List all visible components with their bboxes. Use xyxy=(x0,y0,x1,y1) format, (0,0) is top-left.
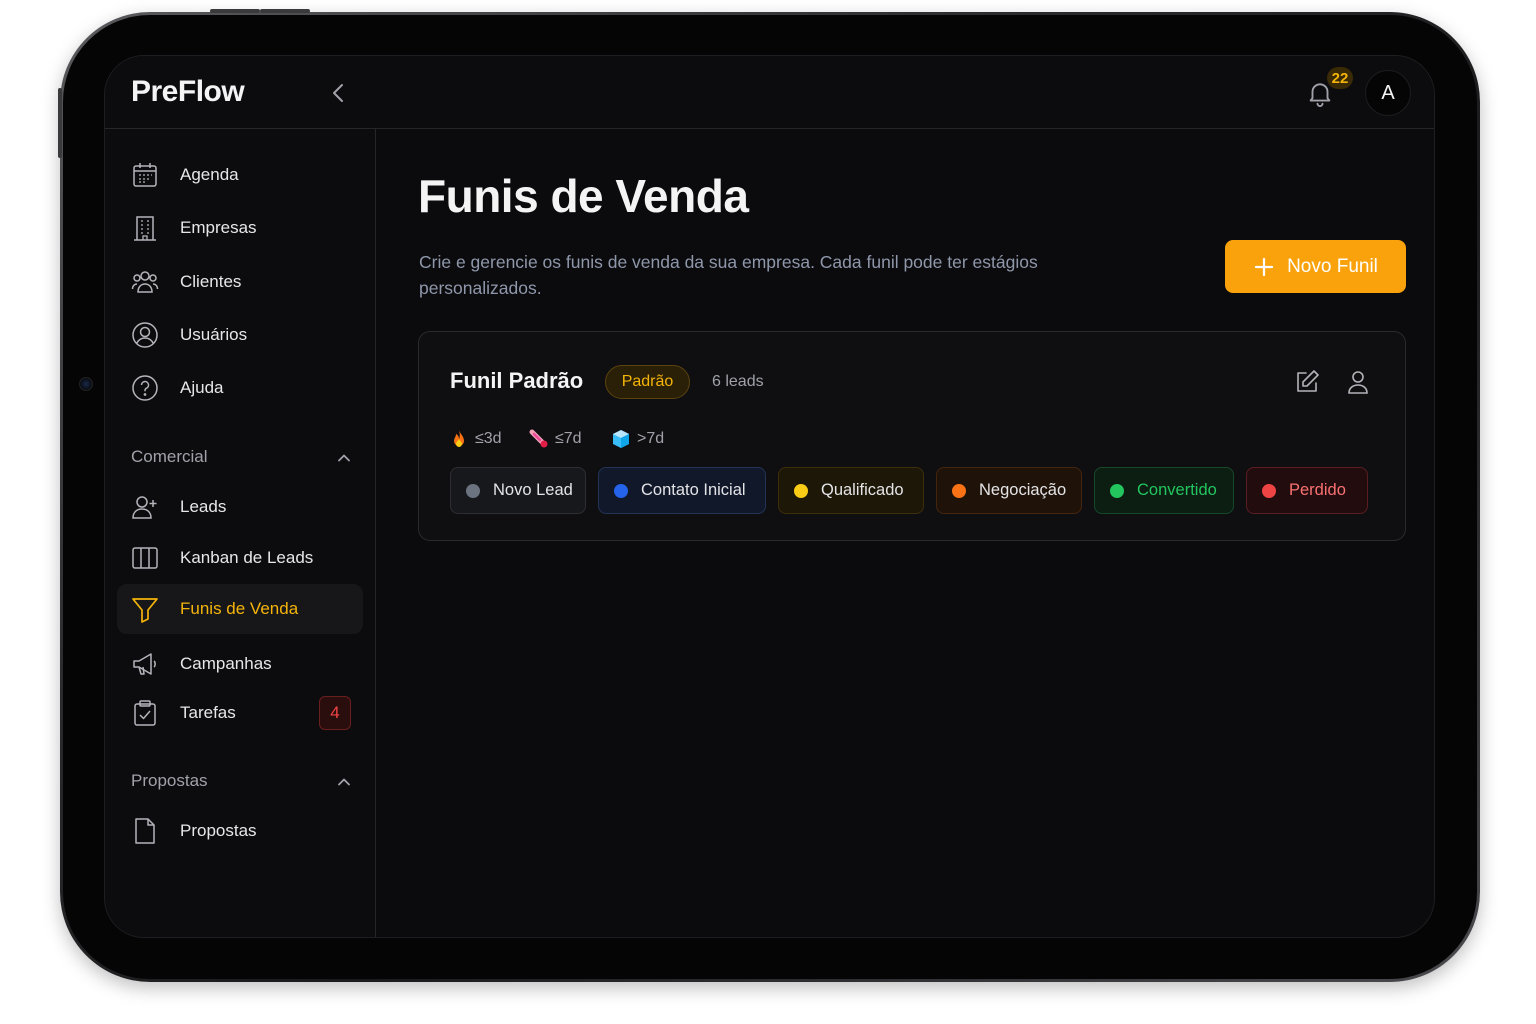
stage-color-dot xyxy=(466,483,480,498)
section-title: Comercial xyxy=(131,447,208,466)
sidebar-item-label: Tarefas xyxy=(180,703,236,722)
app-screen: PreFlow 22 A Agenda Empresas Clientes Us… xyxy=(104,55,1435,938)
section-title: Propostas xyxy=(131,771,208,790)
age-label: >7d xyxy=(637,430,665,447)
stage-novo-lead[interactable]: Novo Lead xyxy=(450,467,586,514)
tasks-count-badge: 4 xyxy=(319,696,351,730)
stage-qualificado[interactable]: Qualificado xyxy=(778,467,924,514)
megaphone-icon xyxy=(133,653,156,675)
app-logo: PreFlow xyxy=(131,75,245,108)
chevron-left-icon[interactable] xyxy=(327,81,351,105)
avatar[interactable]: A xyxy=(1365,70,1411,116)
new-funnel-label: Novo Funil xyxy=(1287,255,1378,277)
stage-label: Contato Inicial xyxy=(641,481,746,499)
chevron-up-icon xyxy=(338,454,350,462)
stage-label: Negociação xyxy=(979,481,1067,499)
volume-button xyxy=(58,88,62,158)
columns-icon xyxy=(132,547,158,569)
help-circle-icon xyxy=(132,375,158,401)
sidebar-item-label: Leads xyxy=(180,497,227,516)
sidebar-item-label: Empresas xyxy=(180,218,257,237)
notification-badge: 22 xyxy=(1327,67,1353,89)
sidebar-item-agenda[interactable]: Agenda xyxy=(117,150,363,200)
stage-contato-inicial[interactable]: Contato Inicial xyxy=(598,467,766,514)
stage-color-dot xyxy=(1262,483,1276,498)
sidebar-item-clientes[interactable]: Clientes xyxy=(117,257,363,307)
sidebar-item-label: Kanban de Leads xyxy=(180,548,314,567)
stage-label: Perdido xyxy=(1289,481,1346,499)
sidebar-item-kanban[interactable]: Kanban de Leads xyxy=(117,533,363,583)
sidebar-item-label: Campanhas xyxy=(180,654,272,673)
sidebar-item-usuarios[interactable]: Usuários xyxy=(117,310,363,360)
power-button xyxy=(210,9,260,13)
sidebar-item-propostas[interactable]: Propostas xyxy=(117,806,363,856)
stage-negociacao[interactable]: Negociação xyxy=(936,467,1082,514)
main-content: Funis de Venda Crie e gerencie os funis … xyxy=(377,129,1434,937)
plus-icon xyxy=(1254,257,1274,276)
sidebar-item-label: Clientes xyxy=(180,272,242,291)
stage-color-dot xyxy=(1110,483,1124,498)
funnel-card: Funil Padrão Padrão 6 leads ≤3d ≤7d >7d … xyxy=(418,331,1406,541)
sidebar-item-label: Propostas xyxy=(180,821,257,840)
user-plus-icon xyxy=(132,496,157,519)
sidebar-item-leads[interactable]: Leads xyxy=(117,482,363,532)
top-bar: PreFlow 22 A xyxy=(105,56,1434,129)
funnel-icon xyxy=(132,598,158,623)
calendar-icon xyxy=(133,163,157,187)
sidebar-item-campanhas[interactable]: Campanhas xyxy=(117,639,363,689)
sidebar-item-label: Funis de Venda xyxy=(180,599,299,618)
users-icon xyxy=(131,271,159,293)
front-camera xyxy=(79,377,93,391)
lead-count: 6 leads xyxy=(712,373,764,390)
page-description: Crie e gerencie os funis de venda da sua… xyxy=(419,252,1038,298)
chevron-up-icon xyxy=(338,778,350,786)
sidebar-item-ajuda[interactable]: Ajuda xyxy=(117,363,363,413)
default-badge: Padrão xyxy=(605,365,690,399)
stage-color-dot xyxy=(794,483,808,498)
sidebar-item-label: Usuários xyxy=(180,325,248,344)
sidebar-item-funis[interactable]: Funis de Venda xyxy=(117,584,363,634)
power-button-2 xyxy=(260,9,310,13)
sidebar-item-label: Agenda xyxy=(180,165,239,184)
thermometer-icon xyxy=(529,429,548,448)
stage-color-dot xyxy=(952,483,966,498)
age-label: ≤3d xyxy=(475,430,502,447)
stage-label: Convertido xyxy=(1137,481,1217,499)
sidebar-item-tarefas[interactable]: Tarefas 4 xyxy=(117,688,363,738)
clipboard-check-icon xyxy=(134,700,156,726)
sidebar-item-empresas[interactable]: Empresas xyxy=(117,203,363,253)
sidebar-item-label: Ajuda xyxy=(180,378,224,397)
user-circle-icon xyxy=(132,322,158,348)
user-icon[interactable] xyxy=(1344,368,1372,396)
stage-label: Novo Lead xyxy=(493,481,573,499)
fire-icon xyxy=(454,430,464,447)
file-icon xyxy=(135,818,155,844)
page-title: Funis de Venda xyxy=(418,170,749,222)
stage-color-dot xyxy=(614,483,628,498)
edit-icon[interactable] xyxy=(1293,368,1321,396)
ice-cube-icon xyxy=(613,430,629,448)
section-comercial[interactable]: Comercial xyxy=(131,447,353,471)
age-legend-cold: >7d xyxy=(611,429,664,449)
stage-label: Qualificado xyxy=(821,481,904,499)
stage-convertido[interactable]: Convertido xyxy=(1094,467,1234,514)
age-legend-hot: ≤3d xyxy=(449,429,502,449)
stage-perdido[interactable]: Perdido xyxy=(1246,467,1368,514)
sidebar: Agenda Empresas Clientes Usuários Ajuda … xyxy=(105,129,376,937)
funnel-name: Funil Padrão xyxy=(450,368,584,393)
age-label: ≤7d xyxy=(555,430,582,447)
age-legend-warm: ≤7d xyxy=(529,429,582,449)
new-funnel-button[interactable]: Novo Funil xyxy=(1225,240,1406,293)
building-icon xyxy=(134,216,156,241)
section-propostas[interactable]: Propostas xyxy=(131,771,353,795)
